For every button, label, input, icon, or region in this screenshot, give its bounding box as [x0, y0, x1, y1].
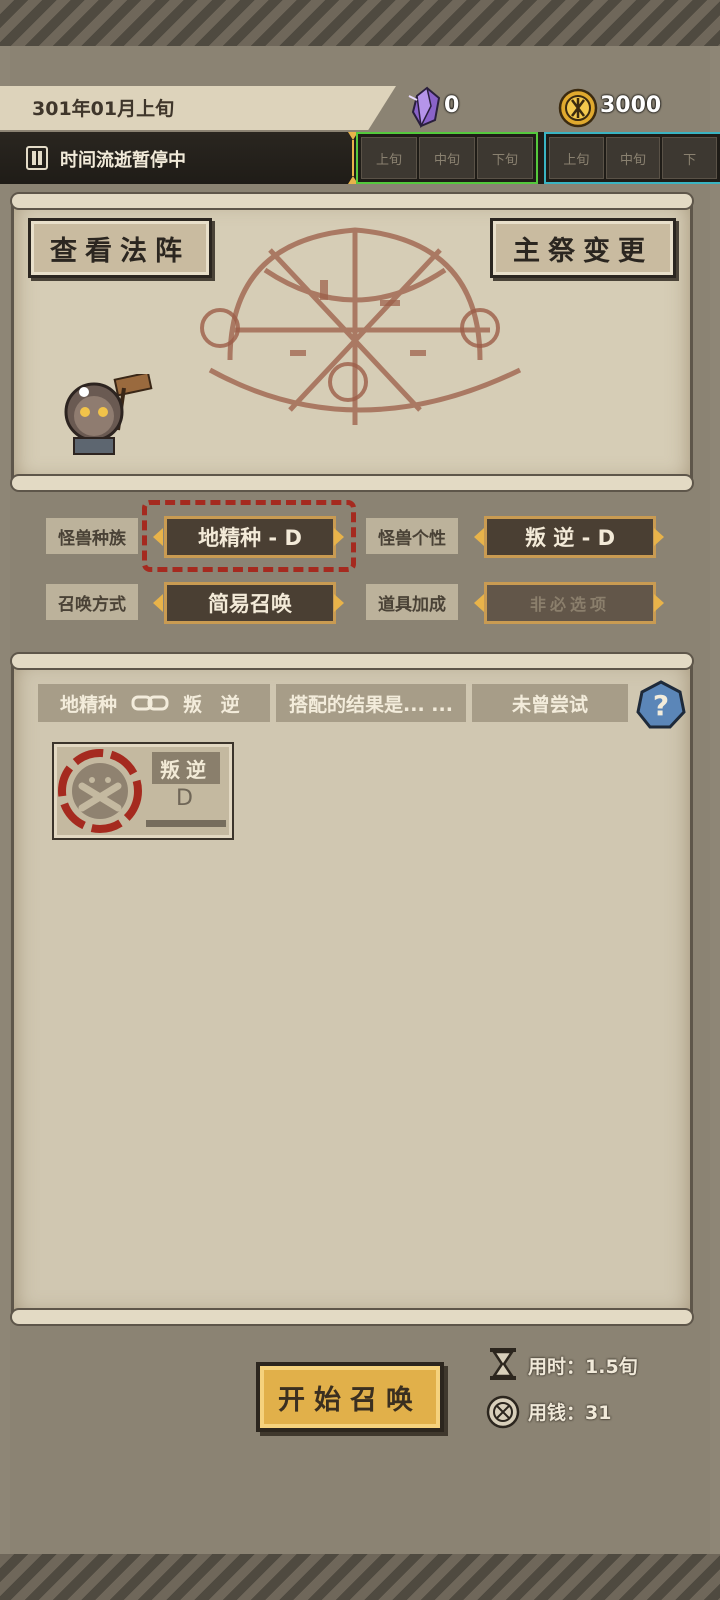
item-prev-arrow-icon[interactable]: [474, 594, 484, 612]
timeline-month-next: 上旬 中旬 下: [544, 132, 720, 184]
card-trait: 叛逆: [152, 752, 220, 784]
card-progress-bar: [146, 820, 226, 827]
combo-status: 未曾尝试: [472, 684, 628, 722]
time-status-text: 时间流逝暂停中: [60, 150, 186, 171]
start-summon-button[interactable]: 开始召唤: [256, 1362, 444, 1432]
coin-cost-icon: [486, 1395, 520, 1429]
bottom-border-decoration: [0, 1554, 720, 1600]
timeline-cell[interactable]: 中旬: [419, 137, 475, 179]
trait-next-arrow-icon[interactable]: [654, 528, 664, 546]
view-circle-button[interactable]: 查看法阵: [28, 218, 212, 278]
card-grade: D: [176, 786, 193, 811]
help-question-icon[interactable]: ?: [636, 680, 686, 730]
crystal-count: 0: [444, 93, 460, 118]
summoning-circle-icon: [200, 227, 522, 425]
scroll-roll-bottom-2: [12, 1310, 692, 1324]
combo-result: 搭配的结果是... ...: [276, 684, 466, 722]
timeline-month-current: 上旬 中旬 下旬: [356, 132, 538, 184]
method-label: 召唤方式: [46, 584, 138, 620]
gold-coin-icon: [558, 88, 598, 128]
locked-monster-icon: [58, 749, 142, 833]
hourglass-icon: [490, 1348, 516, 1380]
current-date: 301年01月上旬: [32, 98, 175, 120]
race-prev-arrow-icon[interactable]: [153, 528, 163, 546]
timeline-cell[interactable]: 上旬: [361, 137, 417, 179]
scroll-roll-top-2: [12, 654, 692, 668]
race-next-arrow-icon[interactable]: [334, 528, 344, 546]
scroll-roll-bottom: [12, 476, 692, 490]
timeline-cell[interactable]: 下: [662, 137, 718, 179]
goblin-mascot-icon: [64, 374, 153, 455]
combo-trait: 叛 逆: [183, 693, 246, 716]
timeline-cell[interactable]: 中旬: [605, 137, 661, 179]
item-next-arrow-icon[interactable]: [654, 594, 664, 612]
trait-selector[interactable]: 叛 逆 - D: [484, 516, 656, 558]
timeline-cell[interactable]: 上旬: [549, 137, 604, 179]
top-border-decoration: [0, 0, 720, 46]
chain-link-icon: [131, 695, 169, 711]
summon-method-selector[interactable]: 简易召唤: [164, 582, 336, 624]
race-selector[interactable]: 地精种 - D: [164, 516, 336, 558]
scroll-roll-top: [12, 194, 692, 208]
gold-count: 3000: [600, 93, 662, 118]
money-cost: 用钱：31: [528, 1402, 612, 1424]
crystal-icon: [408, 86, 441, 128]
svg-text:?: ?: [653, 689, 669, 722]
trait-prev-arrow-icon[interactable]: [474, 528, 484, 546]
item-bonus-label: 道具加成: [366, 584, 458, 620]
time-cost: 用时：1.5旬: [528, 1356, 638, 1378]
combo-race: 地精种: [60, 693, 118, 716]
method-next-arrow-icon[interactable]: [334, 594, 344, 612]
trait-label: 怪兽个性: [366, 518, 458, 554]
change-priest-button[interactable]: 主祭变更: [490, 218, 676, 278]
race-label: 怪兽种族: [46, 518, 138, 554]
timeline-cell[interactable]: 下旬: [477, 137, 533, 179]
method-prev-arrow-icon[interactable]: [153, 594, 163, 612]
item-bonus-selector[interactable]: 非必选项: [484, 582, 656, 624]
pause-icon[interactable]: [26, 146, 48, 170]
combo-pair: 地精种 叛 逆: [38, 684, 270, 722]
